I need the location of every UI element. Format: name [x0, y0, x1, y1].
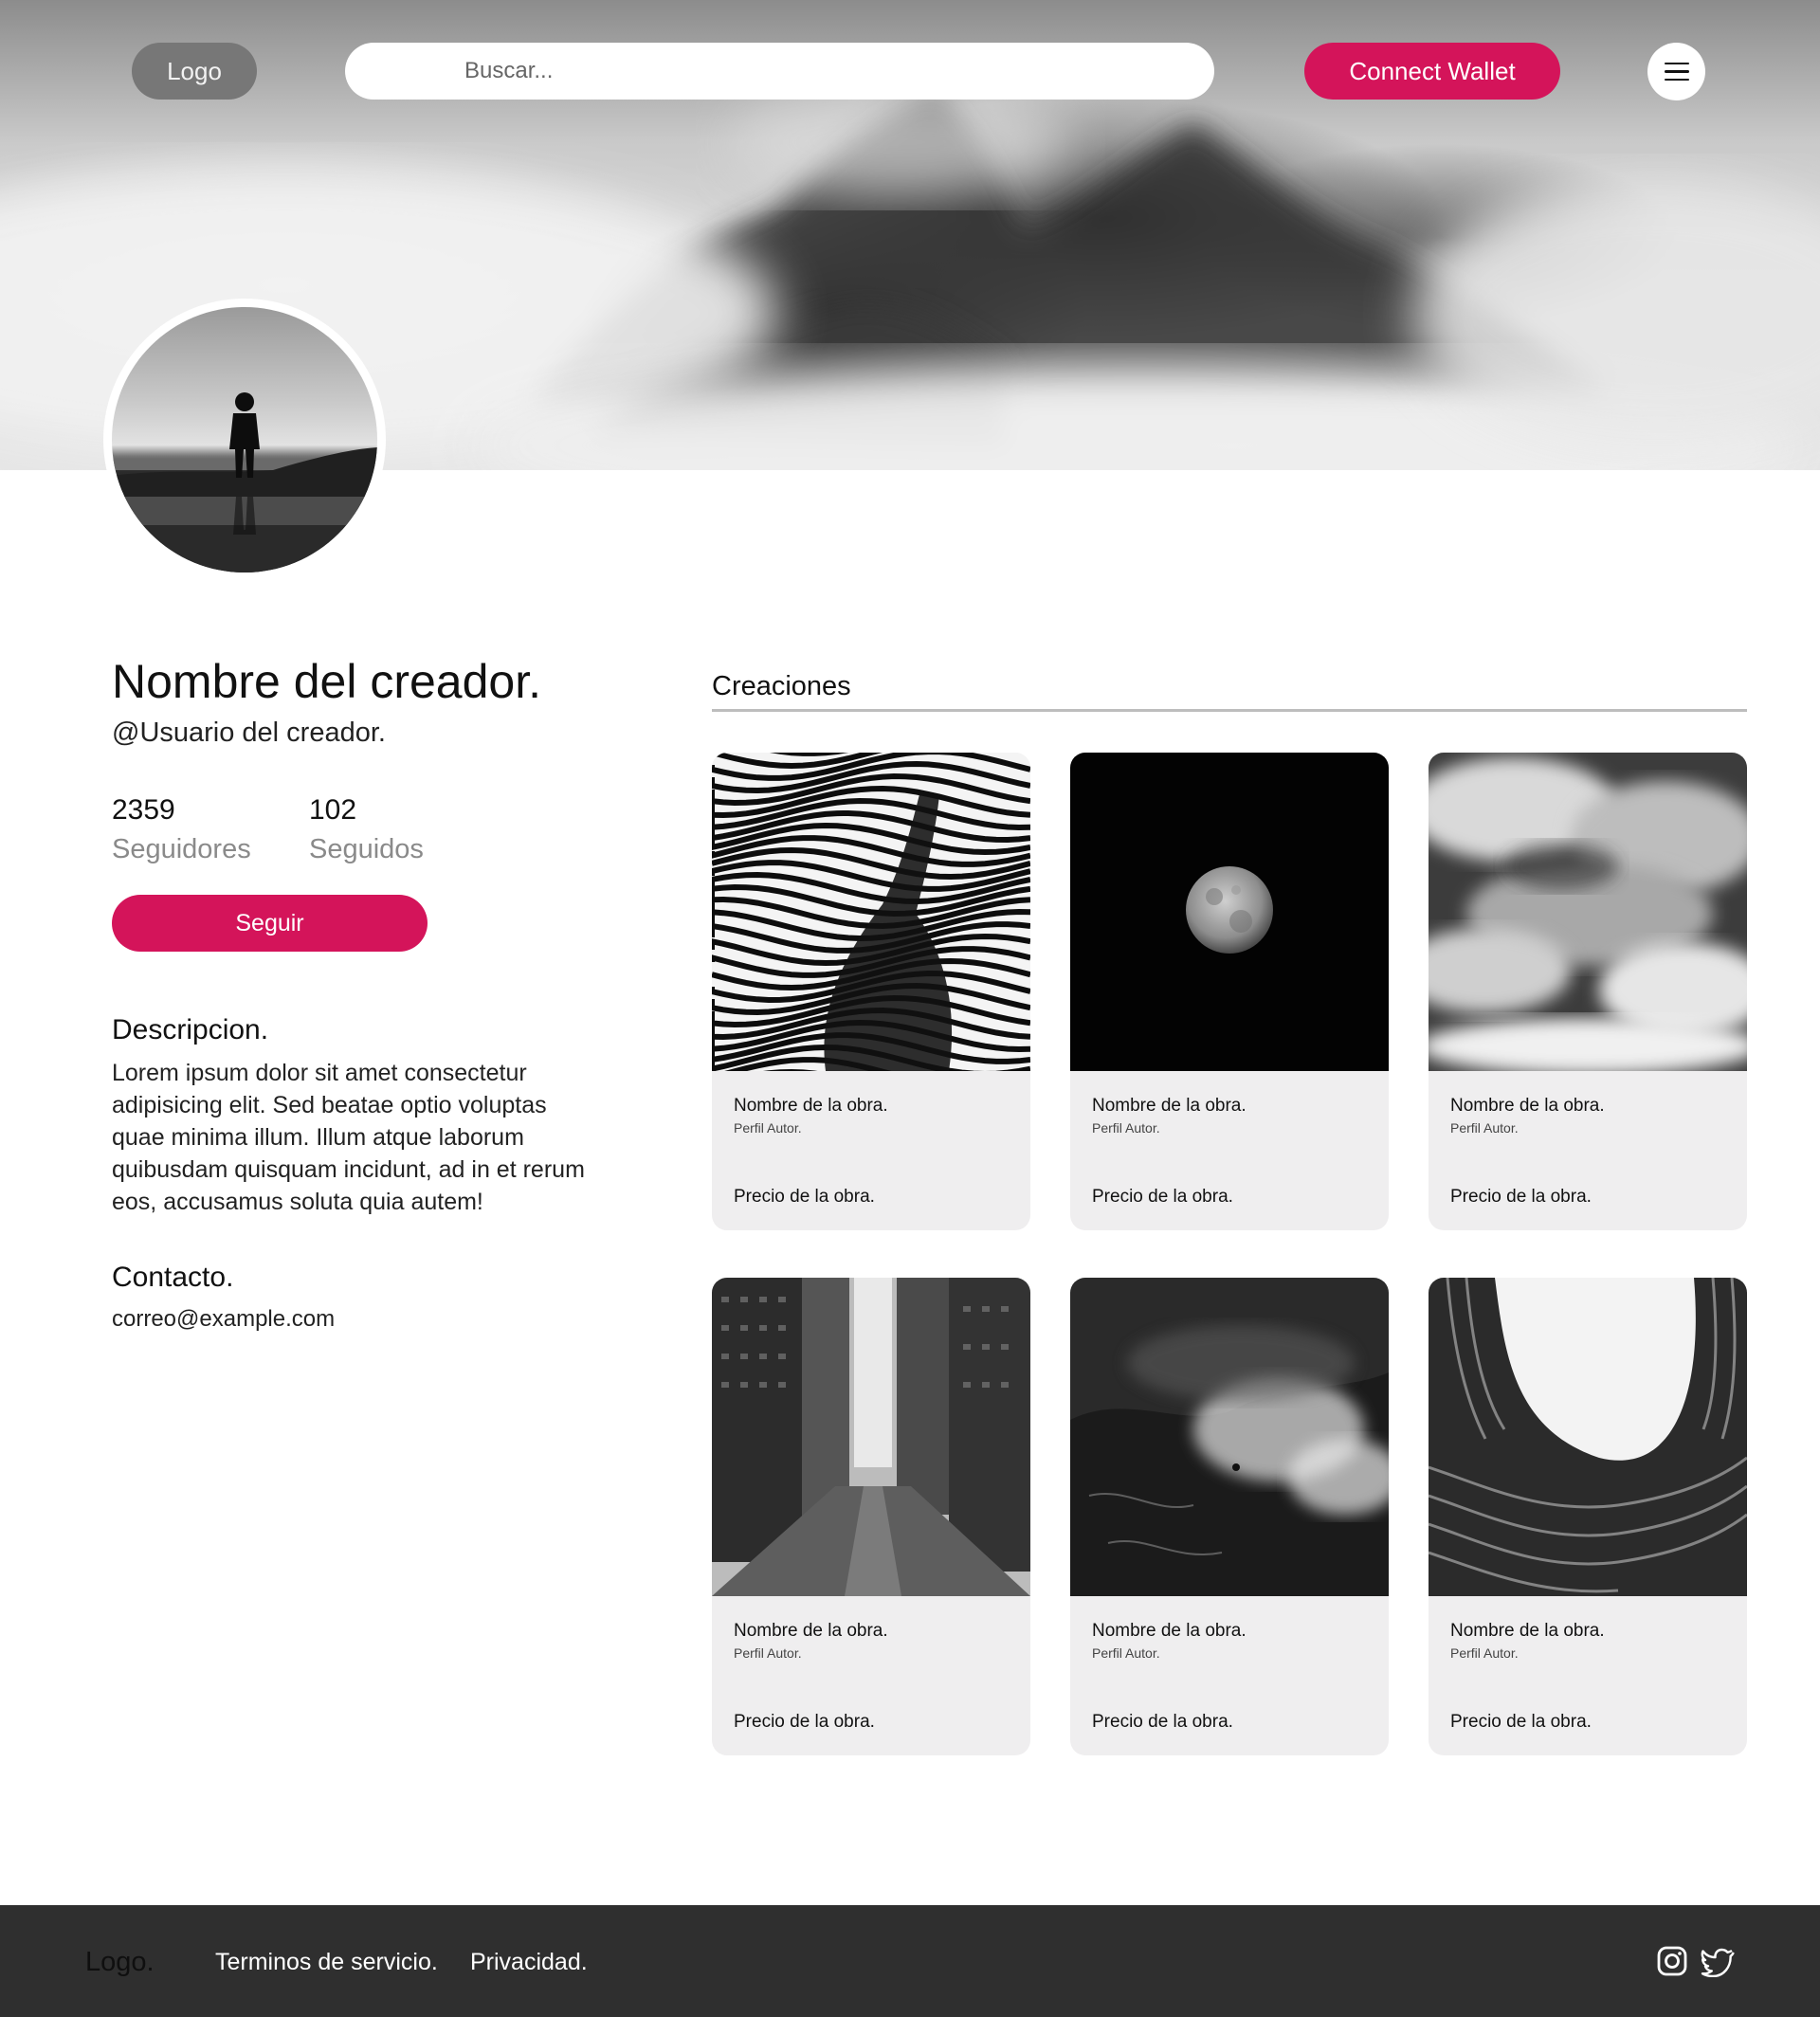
connect-wallet-button[interactable]: Connect Wallet	[1304, 43, 1560, 100]
artwork-title: Nombre de la obra.	[1450, 1096, 1605, 1116]
artwork-image-clouds[interactable]	[1429, 753, 1747, 1071]
top-navigation: Logo Connect Wallet	[0, 43, 1820, 100]
creations-heading: Creaciones	[712, 671, 851, 701]
instagram-icon[interactable]	[1656, 1945, 1688, 1977]
followers-label[interactable]: Seguidores	[112, 834, 251, 865]
followers-count: 2359	[112, 794, 175, 826]
following-label[interactable]: Seguidos	[309, 834, 424, 865]
search-input[interactable]	[464, 58, 1128, 84]
artwork-author[interactable]: Perfil Autor.	[734, 1120, 802, 1136]
contact-email[interactable]: correo@example.com	[112, 1306, 335, 1333]
artwork-author[interactable]: Perfil Autor.	[1092, 1645, 1160, 1661]
artwork-author[interactable]: Perfil Autor.	[1450, 1645, 1519, 1661]
privacy-link[interactable]: Privacidad.	[470, 1949, 588, 1976]
following-count: 102	[309, 794, 357, 826]
artwork-author[interactable]: Perfil Autor.	[1450, 1120, 1519, 1136]
artwork-card[interactable]: Nombre de la obra. Perfil Autor. Precio …	[712, 753, 1030, 1230]
logo-button[interactable]: Logo	[132, 43, 257, 100]
artwork-image-moon[interactable]	[1070, 753, 1389, 1071]
creations-divider	[712, 709, 1747, 712]
artwork-author[interactable]: Perfil Autor.	[734, 1645, 802, 1661]
artwork-card[interactable]: Nombre de la obra. Perfil Autor. Precio …	[1429, 1278, 1747, 1755]
artwork-title: Nombre de la obra.	[734, 1096, 888, 1116]
contact-heading: Contacto.	[112, 1262, 234, 1293]
artwork-card[interactable]: Nombre de la obra. Perfil Autor. Precio …	[1070, 1278, 1389, 1755]
creator-username: @Usuario del creador.	[112, 718, 386, 748]
artwork-price: Precio de la obra.	[1092, 1187, 1233, 1207]
page-footer: Logo. Terminos de servicio. Privacidad.	[0, 1905, 1820, 2017]
artwork-price: Precio de la obra.	[1092, 1712, 1233, 1732]
creator-avatar	[103, 299, 386, 581]
artwork-title: Nombre de la obra.	[1092, 1096, 1247, 1116]
artwork-title: Nombre de la obra.	[1092, 1621, 1247, 1641]
twitter-icon[interactable]	[1701, 1945, 1735, 1978]
artwork-price: Precio de la obra.	[734, 1187, 875, 1207]
hamburger-menu-icon	[1664, 62, 1689, 82]
artwork-card[interactable]: Nombre de la obra. Perfil Autor. Precio …	[712, 1278, 1030, 1755]
artwork-image-architecture[interactable]	[1429, 1278, 1747, 1596]
artwork-title: Nombre de la obra.	[1450, 1621, 1605, 1641]
artwork-image-city[interactable]	[712, 1278, 1030, 1596]
artwork-image-waves[interactable]	[712, 753, 1030, 1071]
artwork-author[interactable]: Perfil Autor.	[1092, 1120, 1160, 1136]
artwork-card[interactable]: Nombre de la obra. Perfil Autor. Precio …	[1070, 753, 1389, 1230]
menu-button[interactable]	[1647, 43, 1705, 100]
artwork-image-ocean[interactable]	[1070, 1278, 1389, 1596]
search-bar[interactable]	[345, 43, 1214, 100]
follow-button[interactable]: Seguir	[112, 895, 428, 952]
artwork-title: Nombre de la obra.	[734, 1621, 888, 1641]
creator-name: Nombre del creador.	[112, 655, 542, 708]
artwork-price: Precio de la obra.	[1450, 1712, 1592, 1732]
terms-link[interactable]: Terminos de servicio.	[215, 1949, 438, 1976]
artwork-price: Precio de la obra.	[1450, 1187, 1592, 1207]
footer-logo[interactable]: Logo.	[85, 1947, 155, 1978]
artwork-price: Precio de la obra.	[734, 1712, 875, 1732]
artwork-card[interactable]: Nombre de la obra. Perfil Autor. Precio …	[1429, 753, 1747, 1230]
description-heading: Descripcion.	[112, 1014, 269, 1045]
description-text: Lorem ipsum dolor sit amet consectetur a…	[112, 1060, 585, 1215]
